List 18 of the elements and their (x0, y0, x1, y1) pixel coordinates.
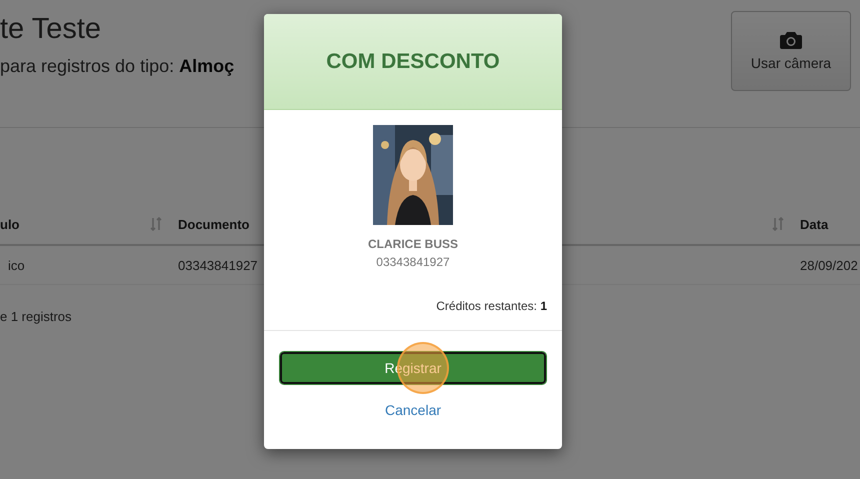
person-name: CLARICE BUSS (368, 237, 458, 251)
person-document: 03343841927 (376, 255, 450, 269)
sort-icon[interactable] (772, 217, 784, 231)
sort-icon[interactable] (150, 217, 162, 231)
table-cell: 03343841927 (178, 258, 258, 272)
page-title: te Teste (0, 12, 102, 46)
page-subtitle: para registros do tipo: Almoç (0, 56, 234, 77)
table-cell: ico (8, 258, 25, 272)
table-cell: 28/09/202 (800, 258, 858, 272)
credits-remaining: Créditos restantes: 1 (436, 299, 547, 313)
column-header[interactable]: Documento (178, 216, 250, 232)
camera-button[interactable]: Usar câmera (731, 11, 851, 91)
column-header[interactable]: ulo (0, 216, 20, 232)
cancel-link[interactable]: Cancelar (384, 402, 442, 418)
camera-icon (780, 31, 802, 49)
dialog-title: COM DESCONTO (326, 50, 500, 74)
records-info: e 1 registros (0, 309, 73, 324)
column-header[interactable]: Data (800, 216, 828, 232)
